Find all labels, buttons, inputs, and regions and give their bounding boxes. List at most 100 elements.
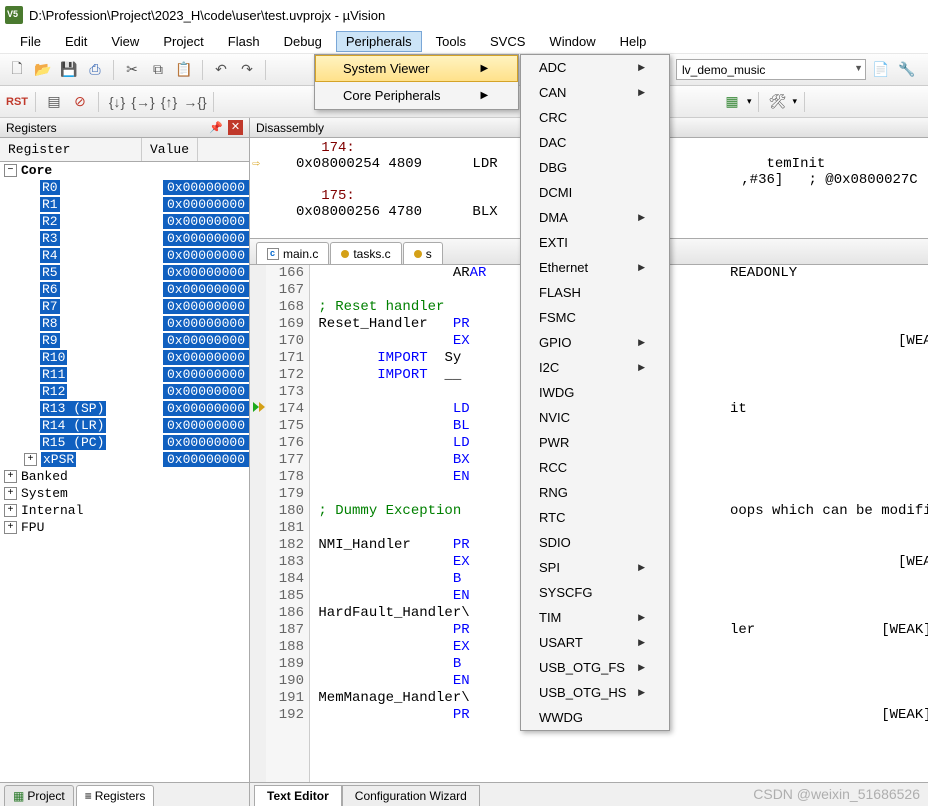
reg-r3[interactable]: R30x00000000 bbox=[0, 230, 249, 247]
submenu-item-dma[interactable]: DMA▶ bbox=[521, 205, 669, 230]
menu-edit[interactable]: Edit bbox=[55, 31, 97, 52]
reg-r12[interactable]: R120x00000000 bbox=[0, 383, 249, 400]
reg-r15pc[interactable]: R15 (PC)0x00000000 bbox=[0, 434, 249, 451]
menu-window[interactable]: Window bbox=[539, 31, 605, 52]
open-icon[interactable]: 📂 bbox=[32, 59, 54, 81]
reg-r6[interactable]: R60x00000000 bbox=[0, 281, 249, 298]
reg-r8[interactable]: R80x00000000 bbox=[0, 315, 249, 332]
menu-file[interactable]: File bbox=[10, 31, 51, 52]
reg-xpsr[interactable]: +xPSR0x00000000 bbox=[0, 451, 249, 468]
save-icon[interactable]: 💾 bbox=[58, 59, 80, 81]
menu-tools[interactable]: Tools bbox=[426, 31, 476, 52]
menu-flash[interactable]: Flash bbox=[218, 31, 270, 52]
tab-registers[interactable]: ≡Registers bbox=[76, 785, 155, 806]
reg-r4[interactable]: R40x00000000 bbox=[0, 247, 249, 264]
run-icon[interactable]: ▤ bbox=[43, 91, 65, 113]
tree-system[interactable]: +System bbox=[0, 485, 249, 502]
menu-svcs[interactable]: SVCS bbox=[480, 31, 535, 52]
window1-icon[interactable]: ▦ bbox=[721, 91, 743, 113]
tree-internal[interactable]: +Internal bbox=[0, 502, 249, 519]
close-panel-icon[interactable]: ✕ bbox=[228, 120, 243, 135]
submenu-item-gpio[interactable]: GPIO▶ bbox=[521, 330, 669, 355]
submenu-item-flash[interactable]: FLASH bbox=[521, 280, 669, 305]
submenu-item-rng[interactable]: RNG bbox=[521, 480, 669, 505]
submenu-item-wwdg[interactable]: WWDG bbox=[521, 705, 669, 730]
step-over-icon[interactable]: {→} bbox=[132, 91, 154, 113]
step-in-icon[interactable]: {↓} bbox=[106, 91, 128, 113]
reg-r10[interactable]: R100x00000000 bbox=[0, 349, 249, 366]
submenu-item-usb-otg-fs[interactable]: USB_OTG_FS▶ bbox=[521, 655, 669, 680]
registers-tree[interactable]: −CoreR00x00000000R10x00000000R20x0000000… bbox=[0, 162, 249, 782]
submenu-item-fsmc[interactable]: FSMC bbox=[521, 305, 669, 330]
submenu-item-crc[interactable]: CRC bbox=[521, 105, 669, 130]
submenu-item-usart[interactable]: USART▶ bbox=[521, 630, 669, 655]
redo-icon[interactable]: ↷ bbox=[236, 59, 258, 81]
c-file-icon bbox=[267, 248, 279, 260]
options-icon[interactable]: 📄 bbox=[870, 59, 892, 81]
wand-icon[interactable]: 🔧 bbox=[896, 59, 918, 81]
tab-tasks-c[interactable]: tasks.c bbox=[330, 242, 401, 264]
submenu-item-exti[interactable]: EXTI bbox=[521, 230, 669, 255]
system-viewer-submenu[interactable]: ADC▶CAN▶CRCDACDBGDCMIDMA▶EXTIEthernet▶FL… bbox=[520, 54, 670, 731]
registers-titlebar: Registers 📌 ✕ bbox=[0, 118, 249, 138]
undo-icon[interactable]: ↶ bbox=[210, 59, 232, 81]
tools-icon[interactable]: 🛠 bbox=[766, 91, 788, 113]
reg-r13sp[interactable]: R13 (SP)0x00000000 bbox=[0, 400, 249, 417]
menu-peripherals[interactable]: Peripherals bbox=[336, 31, 422, 52]
col-register: Register bbox=[0, 138, 142, 161]
reg-r7[interactable]: R70x00000000 bbox=[0, 298, 249, 315]
reg-r14lr[interactable]: R14 (LR)0x00000000 bbox=[0, 417, 249, 434]
submenu-item-adc[interactable]: ADC▶ bbox=[521, 55, 669, 80]
menu-project[interactable]: Project bbox=[153, 31, 213, 52]
reg-r2[interactable]: R20x00000000 bbox=[0, 213, 249, 230]
submenu-item-spi[interactable]: SPI▶ bbox=[521, 555, 669, 580]
submenu-item-ethernet[interactable]: Ethernet▶ bbox=[521, 255, 669, 280]
copy-icon[interactable]: ⧉ bbox=[147, 59, 169, 81]
registers-title: Registers bbox=[6, 121, 57, 135]
submenu-item-dac[interactable]: DAC bbox=[521, 130, 669, 155]
menu-debug[interactable]: Debug bbox=[274, 31, 332, 52]
tab-project[interactable]: ▦Project bbox=[4, 785, 74, 806]
submenu-item-usb-otg-hs[interactable]: USB_OTG_HS▶ bbox=[521, 680, 669, 705]
peripherals-menu[interactable]: System Viewer▶Core Peripherals▶ bbox=[314, 54, 519, 110]
save-all-icon[interactable]: ⎙ bbox=[84, 59, 106, 81]
submenu-item-can[interactable]: CAN▶ bbox=[521, 80, 669, 105]
tree-core[interactable]: −Core bbox=[0, 162, 249, 179]
new-file-icon[interactable]: 🗋 bbox=[6, 59, 28, 81]
step-out-icon[interactable]: {↑} bbox=[158, 91, 180, 113]
menu-view[interactable]: View bbox=[101, 31, 149, 52]
submenu-item-nvic[interactable]: NVIC bbox=[521, 405, 669, 430]
submenu-item-iwdg[interactable]: IWDG bbox=[521, 380, 669, 405]
paste-icon[interactable]: 📋 bbox=[173, 59, 195, 81]
submenu-item-tim[interactable]: TIM▶ bbox=[521, 605, 669, 630]
tab-text-editor[interactable]: Text Editor bbox=[254, 785, 342, 806]
chevron-down-icon: ▼ bbox=[854, 63, 863, 73]
run-to-icon[interactable]: →{} bbox=[184, 91, 206, 113]
reg-r0[interactable]: R00x00000000 bbox=[0, 179, 249, 196]
submenu-item-sdio[interactable]: SDIO bbox=[521, 530, 669, 555]
reg-r5[interactable]: R50x00000000 bbox=[0, 264, 249, 281]
tab-s[interactable]: s bbox=[403, 242, 443, 264]
tree-fpu[interactable]: +FPU bbox=[0, 519, 249, 536]
submenu-item-pwr[interactable]: PWR bbox=[521, 430, 669, 455]
tab-main-c[interactable]: main.c bbox=[256, 242, 329, 264]
submenu-item-i2c[interactable]: I2C▶ bbox=[521, 355, 669, 380]
submenu-item-dbg[interactable]: DBG bbox=[521, 155, 669, 180]
cut-icon[interactable]: ✂ bbox=[121, 59, 143, 81]
submenu-item-syscfg[interactable]: SYSCFG bbox=[521, 580, 669, 605]
tab-config-wizard[interactable]: Configuration Wizard bbox=[342, 785, 480, 806]
submenu-item-rtc[interactable]: RTC bbox=[521, 505, 669, 530]
reg-r11[interactable]: R110x00000000 bbox=[0, 366, 249, 383]
submenu-item-dcmi[interactable]: DCMI bbox=[521, 180, 669, 205]
submenu-item-rcc[interactable]: RCC bbox=[521, 455, 669, 480]
menu-item-system-viewer[interactable]: System Viewer▶ bbox=[315, 55, 518, 82]
pin-icon[interactable]: 📌 bbox=[209, 121, 223, 134]
reg-r1[interactable]: R10x00000000 bbox=[0, 196, 249, 213]
tree-banked[interactable]: +Banked bbox=[0, 468, 249, 485]
reset-icon[interactable]: RST bbox=[6, 91, 28, 113]
menu-item-core-peripherals[interactable]: Core Peripherals▶ bbox=[315, 82, 518, 109]
menu-help[interactable]: Help bbox=[610, 31, 657, 52]
reg-r9[interactable]: R90x00000000 bbox=[0, 332, 249, 349]
target-dropdown[interactable]: lv_demo_music ▼ bbox=[676, 59, 866, 80]
stop-icon[interactable]: ⊘ bbox=[69, 91, 91, 113]
